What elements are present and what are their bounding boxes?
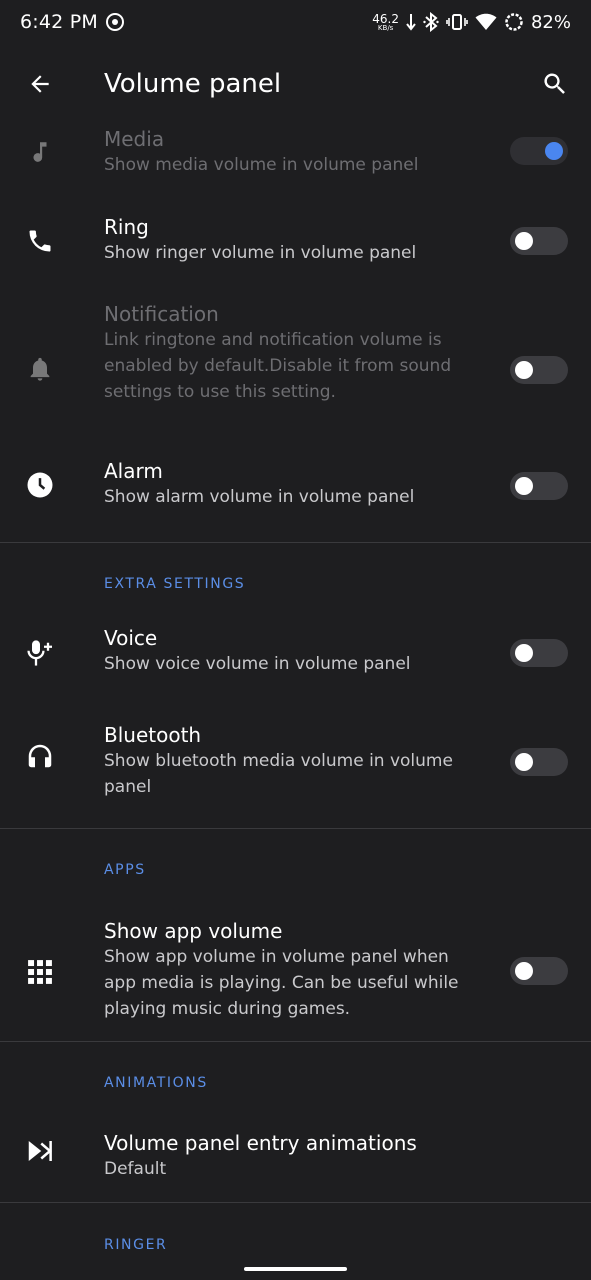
- alarm-text: Alarm Show alarm volume in volume panel: [104, 458, 484, 510]
- back-button[interactable]: [0, 44, 80, 124]
- toggle-knob: [515, 232, 533, 250]
- clock-icon: [24, 469, 56, 501]
- app-volume-title: Show app volume: [104, 919, 283, 943]
- section-animations: ANIMATIONS: [0, 1042, 591, 1114]
- search-icon: [544, 73, 565, 94]
- bell-icon: [24, 353, 56, 385]
- section-extra-title: EXTRA SETTINGS: [104, 576, 246, 592]
- voice-row[interactable]: Voice Show voice volume in volume panel: [0, 615, 591, 710]
- ring-title: Ring: [104, 215, 149, 239]
- apps-grid-icon: [24, 956, 56, 988]
- section-ringer: RINGER: [0, 1203, 591, 1275]
- media-subtitle: Show media volume in volume panel: [104, 155, 419, 175]
- search-button[interactable]: [519, 44, 591, 124]
- toggle-knob: [545, 142, 563, 160]
- gesture-nav-bar[interactable]: [244, 1267, 347, 1271]
- app-bar: Volume panel: [0, 44, 591, 124]
- app-volume-row[interactable]: Show app volume Show app volume in volum…: [0, 901, 591, 1041]
- entry-animations-subtitle: Default: [104, 1159, 167, 1179]
- bluetooth-icon: [423, 12, 439, 32]
- entry-animations-row[interactable]: Volume panel entry animations Default: [0, 1114, 591, 1202]
- toggle-knob: [515, 477, 533, 495]
- entry-animations-text: Volume panel entry animations Default: [104, 1130, 484, 1182]
- media-row[interactable]: Media Show media volume in volume panel: [0, 124, 591, 184]
- wifi-icon: [475, 13, 497, 30]
- app-volume-toggle[interactable]: [510, 957, 568, 985]
- status-icons: 46.2 KB/s 82%: [372, 12, 571, 33]
- status-time: 6:42 PM: [20, 11, 98, 33]
- ring-row[interactable]: Ring Show ringer volume in volume panel: [0, 184, 591, 298]
- voice-text: Voice Show voice volume in volume panel: [104, 625, 484, 677]
- status-bar: 6:42 PM 46.2 KB/s 82%: [0, 0, 591, 44]
- alarm-subtitle: Show alarm volume in volume panel: [104, 487, 415, 507]
- notification-row[interactable]: Notification Link ringtone and notificat…: [0, 298, 591, 431]
- toggle-knob: [515, 753, 533, 771]
- vibrate-icon: [446, 14, 468, 30]
- toggle-knob: [515, 361, 533, 379]
- alarm-title: Alarm: [104, 459, 163, 483]
- toggle-knob: [515, 962, 533, 980]
- section-ringer-title: RINGER: [104, 1237, 168, 1253]
- media-toggle[interactable]: [510, 137, 568, 165]
- battery-percent: 82%: [530, 11, 571, 33]
- notification-toggle[interactable]: [510, 356, 568, 384]
- page-title: Volume panel: [104, 69, 282, 99]
- net-speed-unit: KB/s: [377, 23, 394, 32]
- download-arrow-icon: [406, 14, 416, 31]
- ring-toggle[interactable]: [510, 227, 568, 255]
- phone-icon: [24, 225, 56, 257]
- headphones-icon: [24, 740, 56, 772]
- mic-plus-icon: [24, 637, 56, 669]
- app-volume-text: Show app volume Show app volume in volum…: [104, 918, 484, 1022]
- section-animations-title: ANIMATIONS: [104, 1075, 208, 1091]
- arrow-back-icon: [31, 75, 49, 93]
- notification-text: Notification Link ringtone and notificat…: [104, 301, 484, 405]
- net-speed: 46.2 KB/s: [372, 13, 399, 32]
- bluetooth-toggle[interactable]: [510, 748, 568, 776]
- net-speed-value: 46.2: [372, 11, 399, 26]
- section-extra-settings: EXTRA SETTINGS: [0, 543, 591, 615]
- section-apps-title: APPS: [104, 862, 146, 878]
- media-text: Media Show media volume in volume panel: [104, 126, 484, 178]
- toggle-knob: [515, 644, 533, 662]
- settings-list: Media Show media volume in volume panel …: [0, 124, 591, 1275]
- bluetooth-text: Bluetooth Show bluetooth media volume in…: [104, 722, 484, 800]
- notification-subtitle: Link ringtone and notification volume is…: [104, 330, 452, 402]
- bluetooth-row[interactable]: Bluetooth Show bluetooth media volume in…: [0, 710, 591, 828]
- voice-title: Voice: [104, 626, 158, 650]
- animation-icon: [24, 1135, 56, 1167]
- section-apps: APPS: [0, 829, 591, 901]
- notification-title: Notification: [104, 302, 219, 326]
- battery-saver-icon: [505, 13, 523, 31]
- music-note-icon: [24, 136, 56, 168]
- app-volume-subtitle: Show app volume in volume panel when app…: [104, 947, 459, 1019]
- bluetooth-title: Bluetooth: [104, 723, 202, 747]
- bluetooth-subtitle: Show bluetooth media volume in volume pa…: [104, 751, 453, 797]
- alarm-toggle[interactable]: [510, 472, 568, 500]
- ring-subtitle: Show ringer volume in volume panel: [104, 243, 417, 263]
- ring-text: Ring Show ringer volume in volume panel: [104, 214, 484, 266]
- voice-subtitle: Show voice volume in volume panel: [104, 654, 411, 674]
- voice-toggle[interactable]: [510, 639, 568, 667]
- notification-dot-icon: [105, 13, 124, 31]
- entry-animations-title: Volume panel entry animations: [104, 1131, 417, 1155]
- alarm-row[interactable]: Alarm Show alarm volume in volume panel: [0, 431, 591, 542]
- media-title: Media: [104, 127, 165, 151]
